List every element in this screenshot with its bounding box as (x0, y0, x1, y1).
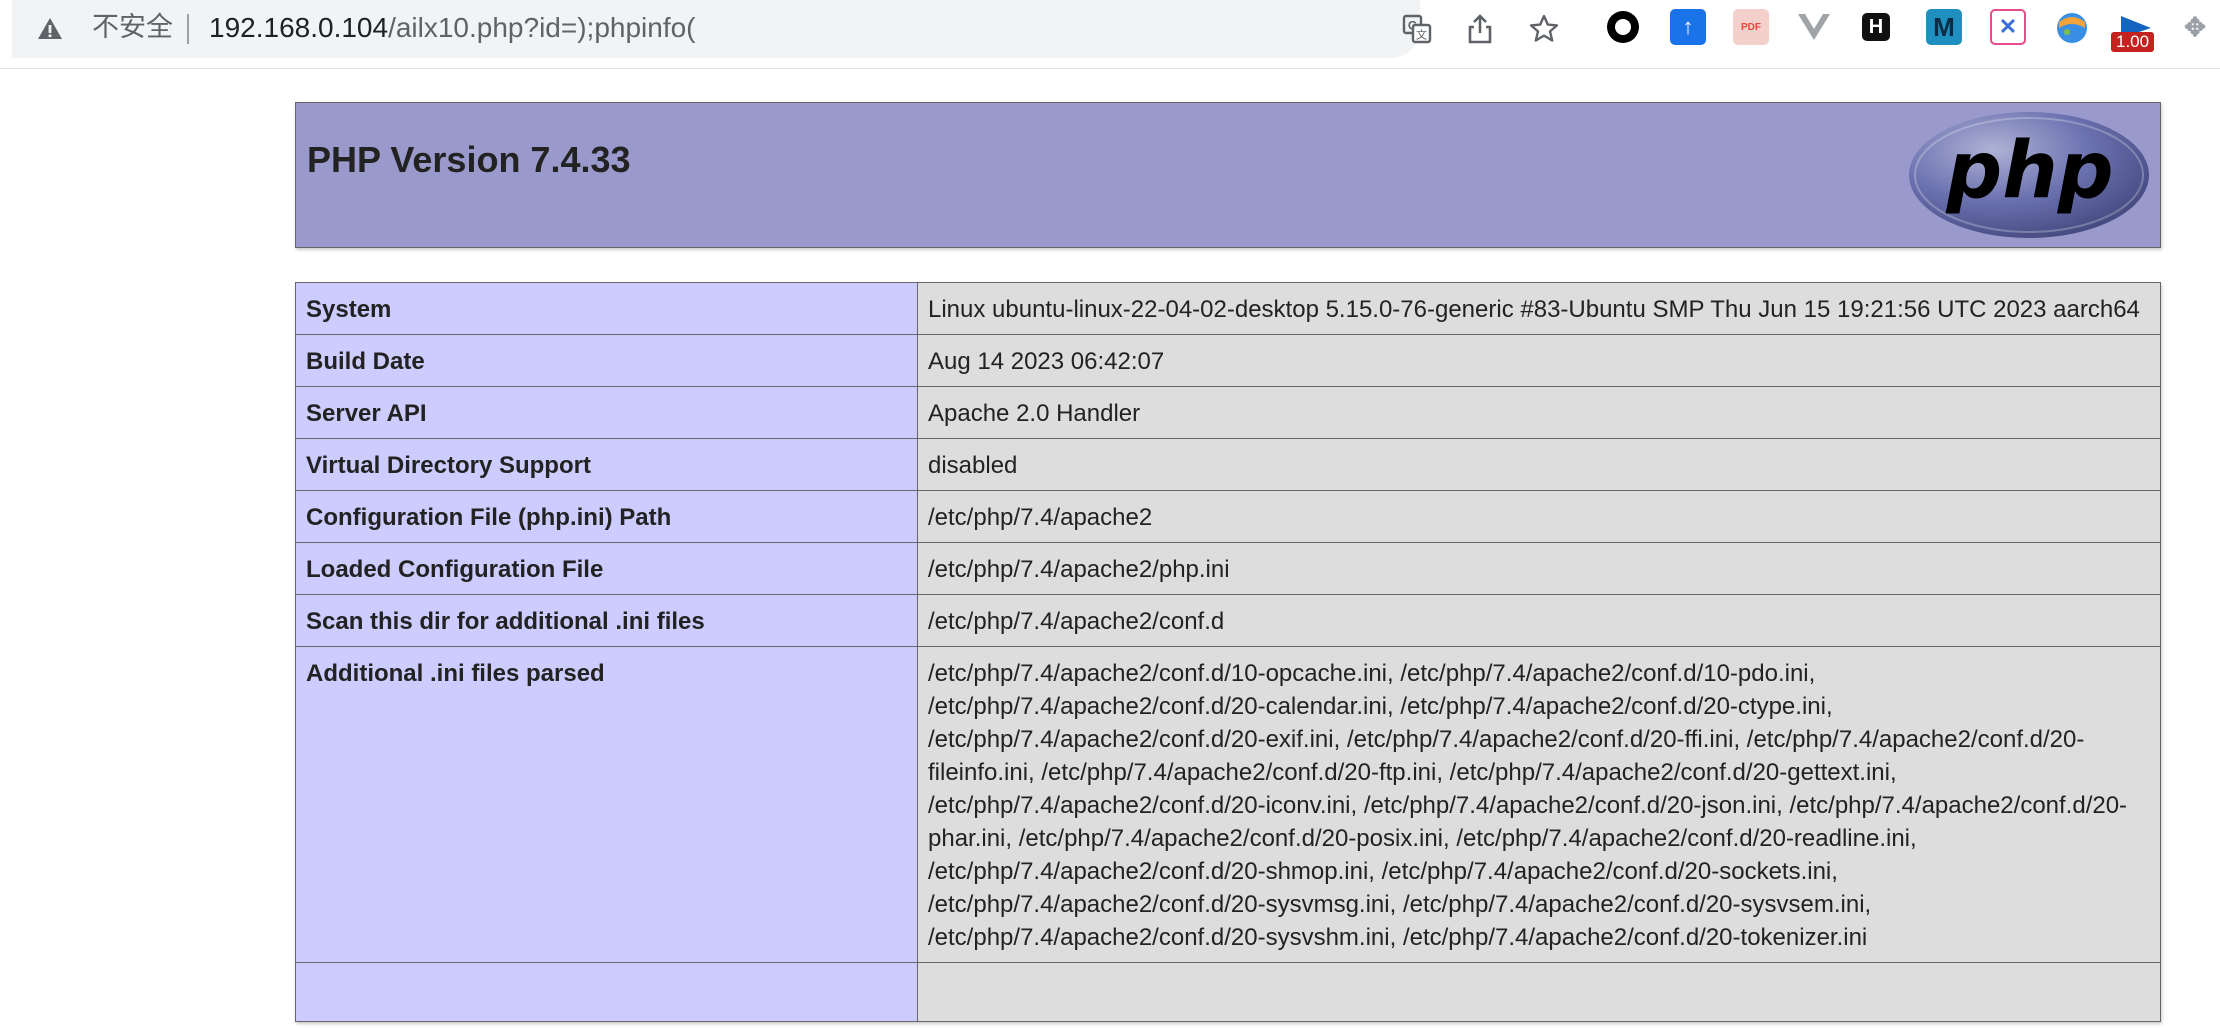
m-extension-icon[interactable]: M (1926, 9, 1962, 45)
address-separator (187, 14, 189, 44)
address-bar[interactable]: 不安全 192.168.0.104/ailx10.php?id=);phpinf… (12, 0, 1432, 58)
puzzle-extension-icon[interactable]: ✥ (2180, 9, 2210, 45)
browser-toolbar: 不安全 192.168.0.104/ailx10.php?id=);phpinf… (0, 0, 2220, 69)
info-key (295, 962, 918, 1022)
speed-badge: 1.00 (2111, 32, 2155, 52)
table-row: Scan this dir for additional .ini files /… (295, 594, 2161, 647)
vue-extension-icon[interactable] (1796, 9, 1832, 45)
security-label[interactable]: 不安全 (92, 10, 173, 46)
info-value: disabled (917, 438, 2161, 491)
php-version-header: PHP Version 7.4.33 php (295, 102, 2161, 248)
bookmark-star-icon[interactable] (1524, 9, 1564, 49)
info-value: Linux ubuntu-linux-22-04-02-desktop 5.15… (917, 282, 2161, 335)
table-row: Configuration File (php.ini) Path/etc/ph… (295, 490, 2161, 543)
info-value (917, 962, 2161, 1022)
page-title: PHP Version 7.4.33 (307, 139, 631, 180)
info-key: Server API (295, 386, 918, 439)
php-logo-text: php (1945, 126, 2113, 216)
info-key: Virtual Directory Support (295, 438, 918, 491)
obs-extension-icon[interactable] (1605, 9, 1641, 45)
info-value: /etc/php/7.4/apache2 (917, 490, 2161, 543)
share-icon[interactable] (1460, 9, 1500, 49)
table-row (295, 962, 2161, 1022)
info-key: Configuration File (php.ini) Path (295, 490, 918, 543)
table-row: System Linux ubuntu-linux-22-04-02-deskto… (295, 282, 2161, 335)
info-value: /etc/php/7.4/apache2/conf.d/10-opcache.i… (917, 646, 2161, 963)
svg-text:文: 文 (1416, 28, 1427, 42)
info-key: Loaded Configuration File (295, 542, 918, 595)
url-text[interactable]: 192.168.0.104/ailx10.php?id=);phpinfo( (209, 10, 696, 46)
globe-extension-icon[interactable] (2054, 9, 2090, 45)
table-row: Virtual Directory Support disabled (295, 438, 2161, 491)
info-value: Apache 2.0 Handler (917, 386, 2161, 439)
info-value: /etc/php/7.4/apache2/conf.d (917, 594, 2161, 647)
table-row: Additional .ini files parsed/etc/php/7.4… (295, 646, 2161, 963)
url-path: /ailx10.php?id=);phpinfo( (388, 12, 696, 43)
info-key: Scan this dir for additional .ini files (295, 594, 918, 647)
url-host: 192.168.0.104 (209, 12, 389, 43)
x-extension-icon[interactable]: ✕ (1990, 9, 2026, 45)
info-key: Additional .ini files parsed (295, 646, 918, 963)
php-logo: php (1909, 112, 2149, 238)
info-value: Aug 14 2023 06:42:07 (917, 334, 2161, 387)
info-key: Build Date (295, 334, 918, 387)
pdf-extension-icon[interactable]: PDF (1733, 9, 1769, 45)
info-key: System (295, 282, 918, 335)
table-row: Loaded Configuration File/etc/php/7.4/ap… (295, 542, 2161, 595)
translate-icon[interactable]: G 文 (1397, 9, 1437, 49)
warning-icon[interactable] (36, 15, 64, 43)
table-row: Server API Apache 2.0 Handler (295, 386, 2161, 439)
php-info-table: System Linux ubuntu-linux-22-04-02-deskto… (295, 282, 2161, 1022)
upload-extension-icon[interactable]: ↑ (1670, 9, 1706, 45)
info-value: /etc/php/7.4/apache2/php.ini (917, 542, 2161, 595)
table-row: Build Date Aug 14 2023 06:42:07 (295, 334, 2161, 387)
h-extension-icon[interactable]: H (1862, 13, 1890, 41)
